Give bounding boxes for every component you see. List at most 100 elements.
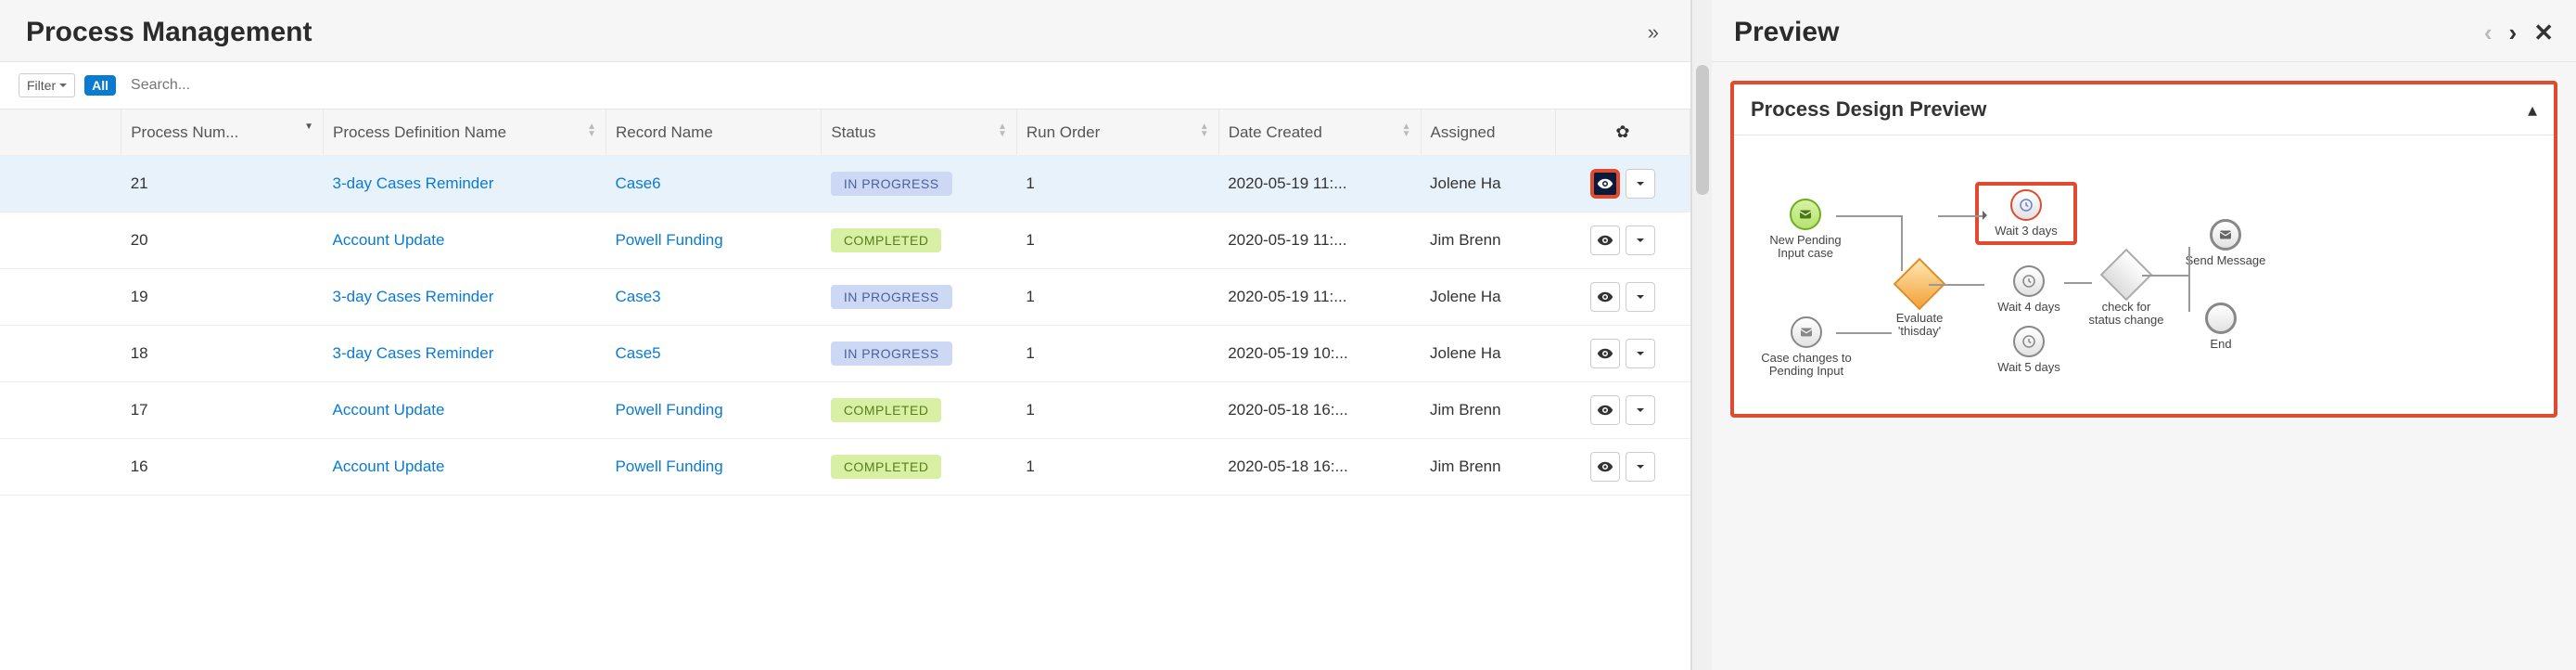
vertical-scrollbar[interactable] — [1691, 0, 1712, 670]
timer-icon — [2013, 326, 2045, 357]
col-process-num[interactable]: Process Num...▼ — [121, 110, 324, 156]
node-send: Send Message — [2179, 219, 2272, 267]
cell-runorder: 1 — [1016, 269, 1218, 326]
status-badge: IN PROGRESS — [831, 341, 952, 366]
cell-assigned: Jolene Ha — [1421, 269, 1555, 326]
cell-process-num: 20 — [121, 213, 324, 269]
cell-date: 2020-05-18 16:... — [1218, 439, 1421, 496]
cell-actions — [1555, 382, 1690, 439]
row-menu-button[interactable] — [1626, 169, 1655, 199]
sort-icon: ▲▼ — [1402, 123, 1411, 138]
message-event-icon — [1791, 316, 1822, 348]
start-event-icon — [1790, 199, 1821, 230]
status-badge: IN PROGRESS — [831, 172, 952, 196]
table-row[interactable]: 193-day Cases ReminderCase3IN PROGRESS12… — [0, 269, 1690, 326]
preview-header: Preview ‹ › ✕ — [1712, 0, 2576, 62]
node-check: check for status change — [2085, 256, 2168, 327]
filter-tag-all[interactable]: All — [84, 75, 116, 96]
col-record[interactable]: Record Name — [606, 110, 821, 156]
row-menu-button[interactable] — [1626, 339, 1655, 368]
col-actions[interactable]: ✿ — [1555, 110, 1690, 156]
timer-icon — [2010, 189, 2042, 221]
row-menu-button[interactable] — [1626, 225, 1655, 255]
cell-record[interactable]: Powell Funding — [606, 439, 821, 496]
row-menu-button[interactable] — [1626, 452, 1655, 482]
collapse-panel-icon[interactable]: ▴ — [2528, 98, 2537, 122]
cell-pdname[interactable]: 3-day Cases Reminder — [324, 326, 606, 382]
node-wait5: Wait 5 days — [1992, 326, 2066, 374]
table-row[interactable]: 17Account UpdatePowell FundingCOMPLETED1… — [0, 382, 1690, 439]
sort-icon: ▲▼ — [587, 123, 596, 138]
col-runorder[interactable]: Run Order▲▼ — [1016, 110, 1218, 156]
connector — [2188, 275, 2190, 312]
cell-process-num: 17 — [121, 382, 324, 439]
cell-status: COMPLETED — [822, 382, 1017, 439]
cell-actions — [1555, 269, 1690, 326]
connector — [2064, 282, 2092, 284]
cell-record[interactable]: Powell Funding — [606, 382, 821, 439]
cell-record[interactable]: Powell Funding — [606, 213, 821, 269]
status-badge: COMPLETED — [831, 455, 942, 479]
cell-actions — [1555, 156, 1690, 213]
sort-icon: ▲▼ — [998, 123, 1007, 138]
panel-title: Process Design Preview — [1751, 97, 1986, 122]
gear-icon[interactable]: ✿ — [1565, 122, 1680, 142]
cell-actions — [1555, 213, 1690, 269]
col-pdname[interactable]: Process Definition Name▲▼ — [324, 110, 606, 156]
cell-pdname[interactable]: 3-day Cases Reminder — [324, 156, 606, 213]
table-row[interactable]: 213-day Cases ReminderCase6IN PROGRESS12… — [0, 156, 1690, 213]
row-menu-button[interactable] — [1626, 395, 1655, 425]
process-table: Process Num...▼ Process Definition Name▲… — [0, 110, 1690, 496]
collapse-preview-chevron[interactable]: » — [1642, 20, 1664, 45]
scrollbar-thumb[interactable] — [1696, 65, 1709, 195]
connector — [2188, 247, 2190, 275]
main-panel: Process Management » Filter All Process … — [0, 0, 1691, 670]
cell-record[interactable]: Case3 — [606, 269, 821, 326]
close-button[interactable]: ✕ — [2533, 19, 2554, 47]
col-assigned[interactable]: Assigned — [1421, 110, 1555, 156]
cell-runorder: 1 — [1016, 382, 1218, 439]
table-row[interactable]: 20Account UpdatePowell FundingCOMPLETED1… — [0, 213, 1690, 269]
cell-runorder: 1 — [1016, 213, 1218, 269]
preview-eye-button[interactable] — [1590, 339, 1620, 368]
preview-eye-button[interactable] — [1590, 225, 1620, 255]
search-input[interactable] — [125, 71, 1672, 99]
preview-eye-button[interactable] — [1590, 169, 1620, 199]
cell-process-num: 18 — [121, 326, 324, 382]
cell-assigned: Jolene Ha — [1421, 156, 1555, 213]
table-row[interactable]: 16Account UpdatePowell FundingCOMPLETED1… — [0, 439, 1690, 496]
cell-date: 2020-05-19 11:... — [1218, 156, 1421, 213]
filter-button[interactable]: Filter — [19, 73, 75, 97]
node-evaluate: Evaluate 'thisday' — [1882, 265, 1957, 338]
status-badge: IN PROGRESS — [831, 285, 952, 309]
cell-status: IN PROGRESS — [822, 269, 1017, 326]
cell-pdname[interactable]: 3-day Cases Reminder — [324, 269, 606, 326]
col-date[interactable]: Date Created▲▼ — [1218, 110, 1421, 156]
filter-label: Filter — [27, 78, 56, 93]
preview-eye-button[interactable] — [1590, 395, 1620, 425]
node-case-changes: Case changes to Pending Input — [1760, 316, 1853, 378]
row-menu-button[interactable] — [1626, 282, 1655, 312]
cell-date: 2020-05-19 11:... — [1218, 213, 1421, 269]
next-button[interactable]: › — [2509, 19, 2518, 47]
col-status[interactable]: Status▲▼ — [822, 110, 1017, 156]
cell-status: IN PROGRESS — [822, 156, 1017, 213]
cell-pdname[interactable]: Account Update — [324, 213, 606, 269]
prev-button[interactable]: ‹ — [2484, 19, 2493, 47]
cell-date: 2020-05-19 11:... — [1218, 269, 1421, 326]
filter-bar: Filter All — [0, 62, 1690, 110]
cell-status: COMPLETED — [822, 213, 1017, 269]
cell-record[interactable]: Case5 — [606, 326, 821, 382]
cell-actions — [1555, 439, 1690, 496]
cell-pdname[interactable]: Account Update — [324, 439, 606, 496]
sort-desc-icon: ▼ — [304, 123, 313, 131]
node-end: End — [2193, 303, 2249, 351]
preview-eye-button[interactable] — [1590, 282, 1620, 312]
table-row[interactable]: 183-day Cases ReminderCase5IN PROGRESS12… — [0, 326, 1690, 382]
preview-pane: Preview ‹ › ✕ Process Design Preview ▴ N… — [1712, 0, 2576, 670]
sort-icon: ▲▼ — [1200, 123, 1209, 138]
cell-runorder: 1 — [1016, 156, 1218, 213]
cell-record[interactable]: Case6 — [606, 156, 821, 213]
preview-eye-button[interactable] — [1590, 452, 1620, 482]
cell-pdname[interactable]: Account Update — [324, 382, 606, 439]
